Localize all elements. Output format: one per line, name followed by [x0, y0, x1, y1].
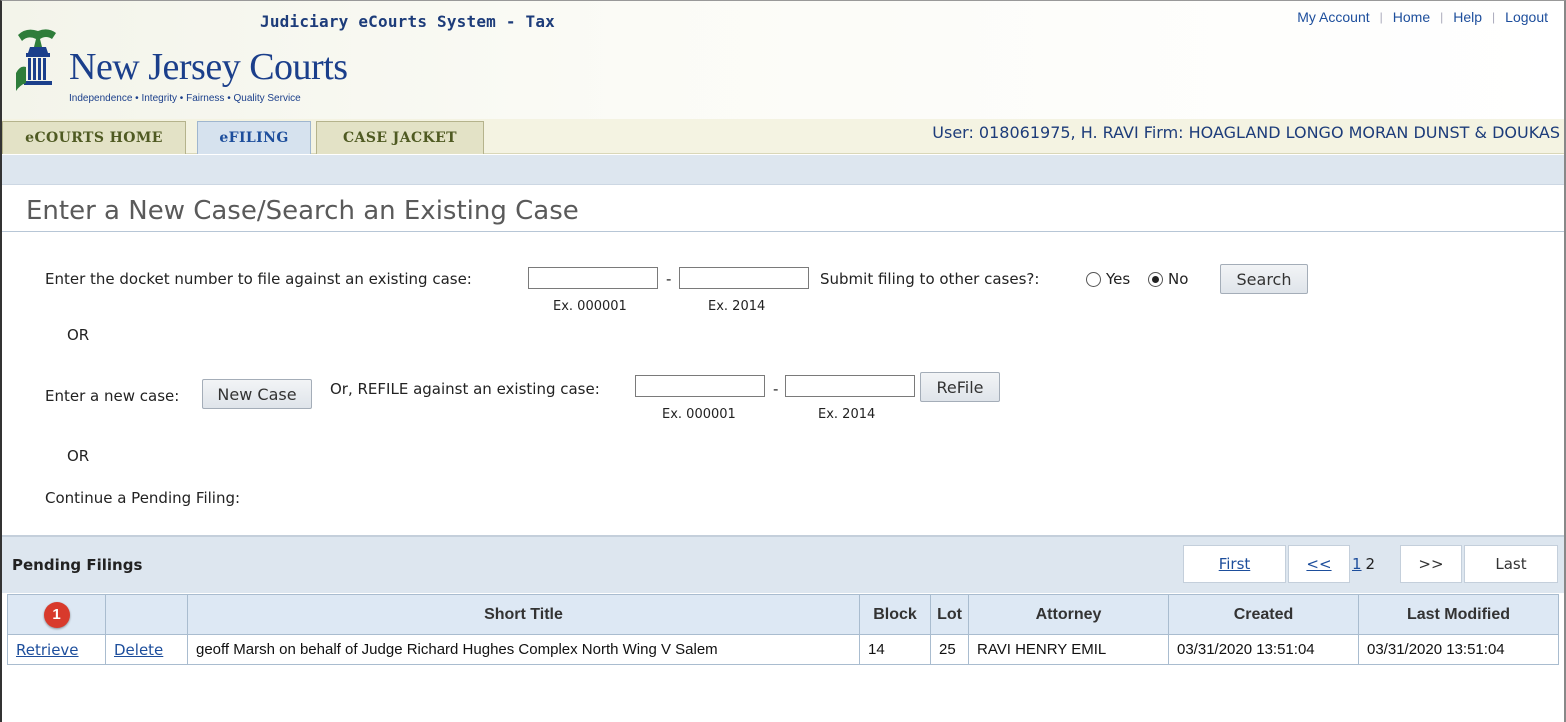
column-header-created[interactable]: Created: [1168, 594, 1359, 635]
divider: [2, 231, 1564, 232]
radio-yes[interactable]: [1086, 272, 1101, 287]
logout-link[interactable]: Logout: [1495, 9, 1558, 25]
home-link[interactable]: Home: [1383, 9, 1440, 25]
page-header: Judiciary eCourts System - Tax My Accoun…: [2, 1, 1564, 119]
retrieve-link[interactable]: Retrieve: [16, 641, 79, 659]
nj-courts-logo[interactable]: New Jersey Courts Independence • Integri…: [12, 25, 372, 105]
short-title-cell: geoff Marsh on behalf of Judge Richard H…: [187, 634, 860, 665]
refile-year-input[interactable]: [785, 375, 915, 397]
refile-year-hint: Ex. 2014: [818, 407, 876, 422]
docket-hint: Ex. 000001: [553, 299, 627, 314]
page-title: Enter a New Case/Search an Existing Case: [26, 196, 579, 226]
refile-docket-hint: Ex. 000001: [662, 407, 736, 422]
column-header-delete: [105, 594, 188, 635]
year-hint: Ex. 2014: [708, 299, 766, 314]
other-cases-label: Submit filing to other cases?:: [820, 270, 1040, 288]
radio-yes-label: Yes: [1106, 270, 1131, 288]
refile-docket-input[interactable]: [635, 375, 765, 397]
radio-no[interactable]: [1148, 272, 1163, 287]
pending-filings-table: 1 Short Title Block Lot Attorney Created…: [7, 594, 1559, 665]
new-case-button[interactable]: New Case: [202, 379, 312, 409]
refile-label: Or, REFILE against an existing case:: [330, 380, 600, 398]
column-header-lot[interactable]: Lot: [930, 594, 969, 635]
column-header-attorney[interactable]: Attorney: [968, 594, 1169, 635]
or-label: OR: [67, 326, 90, 344]
pager-pages: 1 2: [1352, 545, 1398, 583]
pager-page-2[interactable]: 2: [1366, 555, 1376, 573]
docket-number-input[interactable]: [528, 267, 658, 289]
delete-cell: Delete: [105, 634, 188, 665]
pending-filings-title: Pending Filings: [12, 556, 143, 574]
pager-next[interactable]: >>: [1400, 545, 1462, 583]
column-header-retrieve: 1: [7, 594, 106, 635]
or-label: OR: [67, 447, 90, 465]
last-modified-cell: 03/31/2020 13:51:04: [1358, 634, 1559, 665]
sub-nav-bar: [2, 155, 1564, 185]
search-button[interactable]: Search: [1220, 264, 1308, 294]
docket-year-input[interactable]: [679, 267, 809, 289]
pager-page-1[interactable]: 1: [1352, 555, 1362, 573]
pager-prev-link[interactable]: <<: [1306, 555, 1331, 573]
retrieve-cell: Retrieve: [7, 634, 106, 665]
radio-no-label: No: [1168, 270, 1189, 288]
my-account-link[interactable]: My Account: [1287, 9, 1379, 25]
continue-pending-label: Continue a Pending Filing:: [45, 489, 241, 507]
table-row: Retrieve Delete geoff Marsh on behalf of…: [7, 634, 1559, 665]
block-cell: 14: [859, 634, 931, 665]
column-header-short-title[interactable]: Short Title: [187, 594, 860, 635]
step-badge: 1: [43, 601, 70, 628]
new-case-label: Enter a new case:: [45, 387, 180, 405]
created-cell: 03/31/2020 13:51:04: [1168, 634, 1359, 665]
table-header-row: 1 Short Title Block Lot Attorney Created…: [7, 594, 1559, 635]
courthouse-icon: [16, 29, 56, 91]
column-header-last-modified[interactable]: Last Modified: [1358, 594, 1559, 635]
pager-first[interactable]: First: [1183, 545, 1286, 583]
pager-first-link[interactable]: First: [1219, 555, 1251, 573]
refile-separator: -: [773, 380, 779, 398]
user-info: User: 018061975, H. RAVI Firm: HOAGLAND …: [932, 123, 1560, 142]
refile-button[interactable]: ReFile: [920, 372, 1000, 402]
attorney-cell: RAVI HENRY EMIL: [968, 634, 1169, 665]
tab-case-jacket[interactable]: CASE JACKET: [316, 121, 484, 154]
column-header-block[interactable]: Block: [859, 594, 931, 635]
docket-separator: -: [666, 270, 672, 288]
logo-text: New Jersey Courts: [69, 46, 348, 88]
top-links: My Account | Home | Help | Logout: [1287, 9, 1558, 25]
tab-efiling[interactable]: eFILING: [197, 121, 311, 154]
lot-cell: 25: [930, 634, 969, 665]
delete-link[interactable]: Delete: [114, 641, 163, 659]
docket-label: Enter the docket number to file against …: [45, 270, 472, 288]
pager-prev[interactable]: <<: [1288, 545, 1350, 583]
logo-tagline: Independence • Integrity • Fairness • Qu…: [69, 93, 301, 104]
pager-last[interactable]: Last: [1464, 545, 1558, 583]
tab-ecourts-home[interactable]: eCOURTS HOME: [2, 121, 186, 154]
help-link[interactable]: Help: [1443, 9, 1492, 25]
